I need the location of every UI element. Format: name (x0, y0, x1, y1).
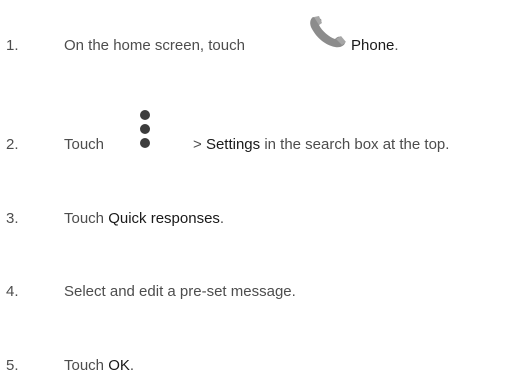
step-instruction: Touch (64, 357, 105, 374)
step-number: 2. (6, 136, 19, 153)
step-suffix: in the search box at the top. (264, 136, 450, 153)
step-4: 4. Select and edit a pre-set message. (0, 283, 525, 301)
step-text: On the home screen, touch (64, 37, 245, 55)
step-suffix: . (394, 37, 399, 54)
step-text: Touch OK. (64, 357, 134, 375)
step-1: 1. On the home screen, touch Phone. (0, 16, 525, 55)
step-text: Touch Quick responses. (64, 210, 224, 228)
phone-handset-icon (307, 15, 349, 49)
step-number: 5. (6, 357, 19, 374)
step-5: 5. Touch OK. (0, 357, 525, 375)
step-instruction: On the home screen, touch (64, 37, 245, 54)
step-suffix: . (219, 210, 225, 227)
step-3: 3. Touch Quick responses. (0, 210, 525, 228)
step-2: 2. Touch > Settings in the search box at… (0, 110, 525, 154)
step-number: 1. (6, 37, 19, 54)
step-suffix: . (129, 357, 135, 374)
step-instruction: Touch (64, 210, 105, 227)
overflow-menu-icon (140, 108, 154, 156)
step-separator: > (193, 136, 202, 153)
step-emphasis-group: Phone. (351, 37, 399, 55)
quick-responses-label: Quick responses (108, 210, 220, 227)
step-instruction: Select and edit a pre-set message. (64, 283, 296, 300)
phone-label: Phone (351, 37, 395, 54)
step-number: 3. (6, 210, 19, 227)
ok-label: OK (108, 357, 130, 374)
settings-label: Settings (205, 136, 261, 153)
step-emphasis-group: > Settings in the search box at the top. (193, 136, 449, 154)
step-instruction: Touch (64, 136, 105, 153)
step-number: 4. (6, 283, 19, 300)
